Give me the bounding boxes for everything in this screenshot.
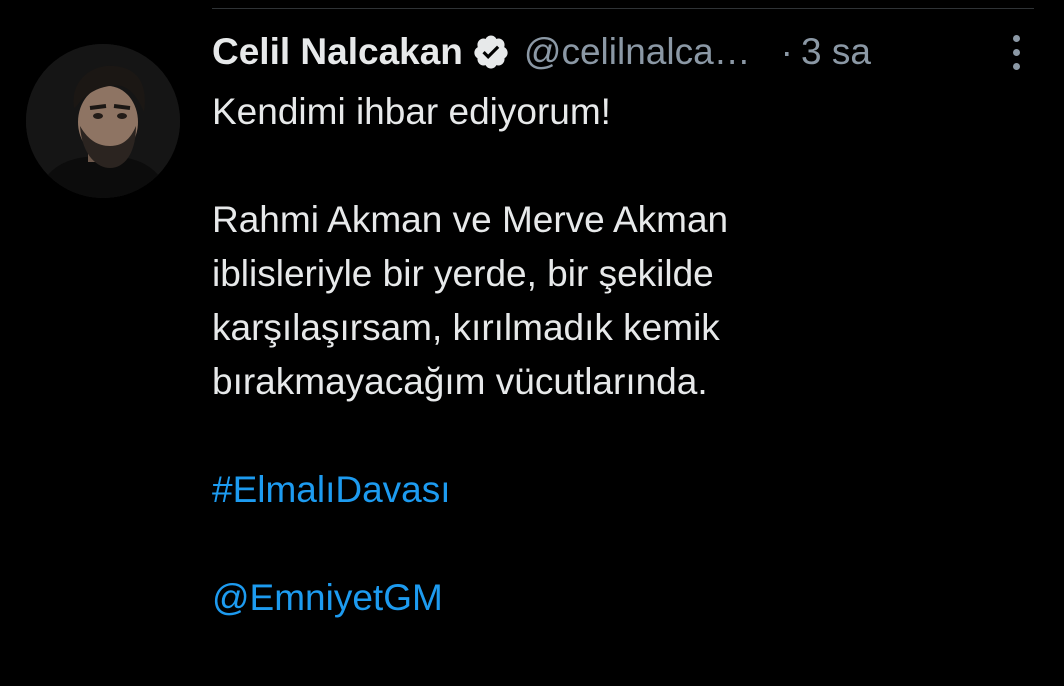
tweet-timestamp[interactable]: 3 sa xyxy=(801,31,871,73)
mention-link[interactable]: @EmniyetGM xyxy=(212,571,1032,625)
more-vertical-icon[interactable] xyxy=(998,28,1034,76)
tweet-text-line: karşılaşırsam, kırılmadık kemik xyxy=(212,307,720,348)
tweet-text: Kendimi ihbar ediyorum! Rahmi Akman ve M… xyxy=(212,85,1032,625)
more-dot xyxy=(1012,62,1020,70)
tweet-text-line: Rahmi Akman ve Merve Akman xyxy=(212,199,729,240)
tweet-header: Celil Nalcakan @celilnalca… · 3 sa xyxy=(212,28,1034,76)
author-name[interactable]: Celil Nalcakan xyxy=(212,31,463,73)
hashtag-link[interactable]: #ElmalıDavası xyxy=(212,463,1032,517)
top-divider xyxy=(212,8,1034,9)
separator-dot: · xyxy=(780,31,793,72)
tweet-text-line: iblisleriyle bir yerde, bir şekilde xyxy=(212,253,714,294)
tweet-text-line: bırakmayacağım vücutlarında. xyxy=(212,361,708,402)
author-handle[interactable]: @celilnalca… xyxy=(524,31,751,73)
more-dot xyxy=(1012,34,1020,42)
avatar-photo xyxy=(26,44,180,198)
tweet-text-line: Kendimi ihbar ediyorum! xyxy=(212,91,611,132)
verified-badge-icon xyxy=(472,33,510,71)
more-dot xyxy=(1012,48,1020,56)
avatar[interactable] xyxy=(26,44,180,198)
